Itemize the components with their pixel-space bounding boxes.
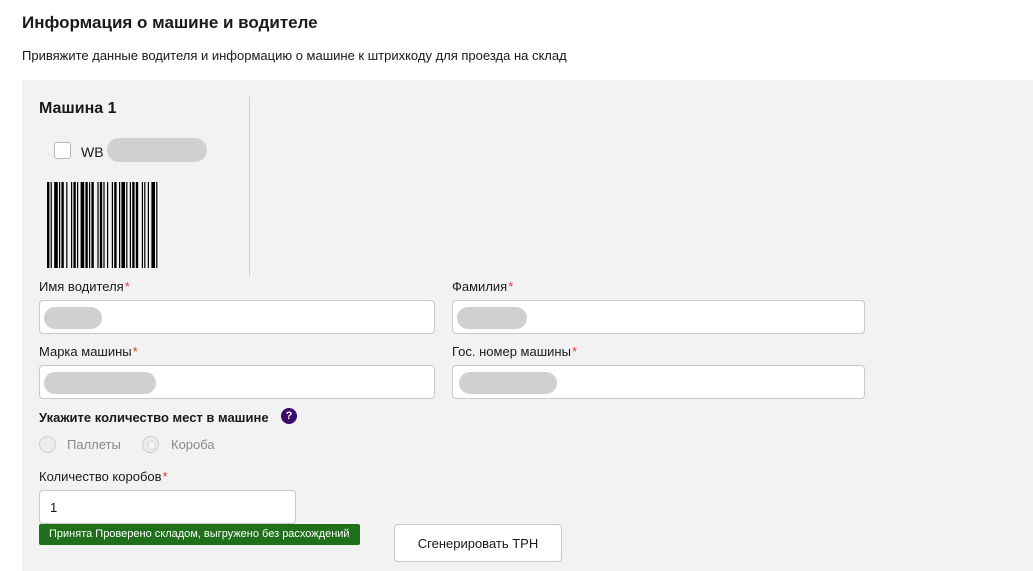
barcode-stripe <box>147 182 149 268</box>
driver-last-name-input[interactable] <box>452 300 865 334</box>
driver-first-name-label: Имя водителя* <box>39 279 130 294</box>
places-label: Укажите количество мест в машине <box>39 410 269 425</box>
driver-first-name-input[interactable] <box>39 300 435 334</box>
car-title: Машина 1 <box>39 100 117 117</box>
radio-boxes-label: Короба <box>171 437 215 452</box>
barcode-stripe <box>66 182 68 268</box>
barcode-stripe <box>107 182 109 268</box>
radio-pallets[interactable] <box>39 436 56 453</box>
barcode-image <box>47 182 158 268</box>
required-mark: * <box>124 279 130 294</box>
barcode-stripe <box>61 182 64 268</box>
barcode-stripe <box>156 182 158 268</box>
car-plate-label: Гос. номер машины* <box>452 344 577 359</box>
car-panel: Машина 1 WB Имя водителя* Фамилия* Марка… <box>22 80 1033 571</box>
status-badge: Принята Проверено складом, выгружено без… <box>39 524 360 545</box>
page-title: Информация о машине и водителе <box>22 13 318 32</box>
car-brand-label: Марка машины* <box>39 344 138 359</box>
barcode-number-redacted <box>107 138 207 162</box>
barcode-stripe <box>121 182 125 268</box>
barcode-stripe <box>103 182 105 268</box>
barcode-stripe <box>141 182 143 268</box>
redacted-value <box>44 372 156 394</box>
barcode-stripe <box>144 182 146 268</box>
barcode-stripe <box>54 182 58 268</box>
redacted-value <box>44 307 102 329</box>
required-mark: * <box>162 469 168 484</box>
car-plate-input[interactable] <box>452 365 865 399</box>
barcode-stripe <box>119 182 121 268</box>
barcode-stripe <box>85 182 88 268</box>
barcode-checkbox[interactable] <box>54 142 71 159</box>
barcode-number-label: WB <box>81 144 104 160</box>
generate-trn-button[interactable]: Сгенерировать ТРН <box>394 524 562 562</box>
barcode-stripe <box>129 182 131 268</box>
barcode-stripe <box>91 182 94 268</box>
box-count-value: 1 <box>50 500 58 515</box>
barcode-stripe <box>71 182 73 268</box>
barcode-stripe <box>73 182 76 268</box>
required-mark: * <box>508 279 514 294</box>
radio-boxes[interactable] <box>142 436 159 453</box>
radio-pallets-label: Паллеты <box>67 437 121 452</box>
redacted-value <box>457 307 527 329</box>
redacted-value <box>459 372 557 394</box>
barcode-stripe <box>80 182 85 268</box>
required-mark: * <box>571 344 577 359</box>
barcode-stripe <box>99 182 103 268</box>
page-subtitle: Привяжите данные водителя и информацию о… <box>22 48 567 63</box>
barcode-stripe <box>135 182 139 268</box>
box-count-input[interactable]: 1 <box>39 490 296 524</box>
barcode-stripe <box>126 182 128 268</box>
barcode-stripe <box>151 182 155 268</box>
barcode-stripe <box>59 182 61 268</box>
vertical-divider <box>249 97 250 276</box>
barcode-stripe <box>111 182 113 268</box>
required-mark: * <box>132 344 138 359</box>
barcode-stripe <box>89 182 91 268</box>
barcode-stripe <box>77 182 79 268</box>
barcode-stripe <box>132 182 135 268</box>
driver-last-name-label: Фамилия* <box>452 279 514 294</box>
barcode-stripe <box>97 182 99 268</box>
barcode-stripe <box>47 182 50 268</box>
help-icon[interactable]: ? <box>281 408 297 424</box>
barcode-stripe <box>114 182 117 268</box>
car-brand-input[interactable] <box>39 365 435 399</box>
box-count-label: Количество коробов* <box>39 469 168 484</box>
barcode-stripe <box>50 182 52 268</box>
